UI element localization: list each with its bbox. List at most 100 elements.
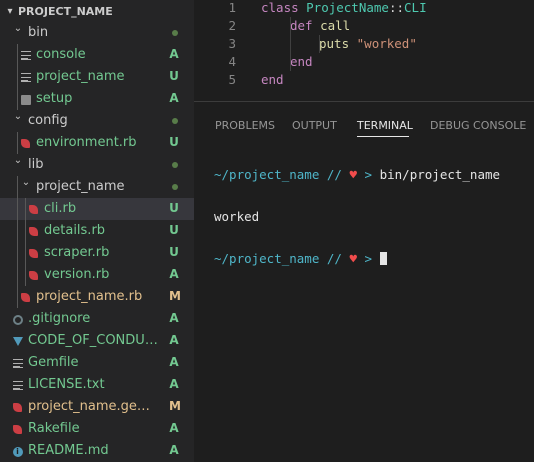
indent-guide — [17, 198, 18, 220]
tree-file[interactable]: scraper.rb U — [0, 242, 194, 264]
icon-shape — [29, 271, 38, 280]
chevron-down-icon: ⌄ — [13, 23, 23, 34]
tree-file[interactable]: project_name.rb M — [0, 286, 194, 308]
tree-folder[interactable]: ⌄ project_name — [0, 176, 194, 198]
info-icon: i — [12, 446, 23, 457]
tree-item-label: bin — [28, 25, 49, 40]
tree-item-label: project_name — [36, 179, 125, 194]
terminal-command-output: worked — [214, 209, 260, 224]
line-number: 4 — [228, 54, 236, 69]
tree-file[interactable]: console A — [0, 44, 194, 66]
tree-file[interactable]: project_name.gemspec M — [0, 396, 194, 418]
code-token: def — [290, 18, 321, 33]
tree-item-label: Gemfile — [28, 355, 79, 370]
code-token: puts — [319, 36, 357, 51]
tree-item-label: project_name.rb — [36, 289, 143, 304]
explorer-root-header[interactable]: ▾ PROJECT_NAME — [0, 0, 194, 22]
git-status-dot — [172, 184, 178, 190]
git-status-badge: U — [169, 69, 179, 83]
explorer-sidebar: ▾ PROJECT_NAME ⌄ bin console Aproject_name U… — [0, 0, 194, 462]
git-status-badge: A — [169, 91, 179, 105]
icon-shape — [20, 73, 31, 82]
tree-file[interactable]: i README.md A — [0, 440, 194, 462]
git-status-badge: A — [169, 443, 179, 457]
tab-problems[interactable]: PROBLEMS — [215, 119, 275, 132]
icon-shape — [20, 94, 31, 105]
ruby-icon — [12, 402, 23, 413]
terminal-line: worked — [214, 210, 500, 224]
git-status-badge: A — [169, 47, 179, 61]
code-token: end — [290, 54, 313, 69]
git-status-dot — [172, 118, 178, 124]
ruby-icon — [28, 270, 39, 281]
tree-file[interactable]: .gitignore A — [0, 308, 194, 330]
indent-guide — [17, 220, 18, 242]
terminal-line: ~/project_name // ♥ > bin/project_name — [214, 168, 500, 182]
setup-file-icon — [20, 94, 31, 105]
tree-file[interactable]: version.rb A — [0, 264, 194, 286]
code-text: end — [261, 71, 284, 89]
tree-file[interactable]: cli.rb U — [0, 198, 194, 220]
terminal-output[interactable]: ~/project_name // ♥ > bin/project_name w… — [214, 140, 500, 294]
code-token: call — [320, 18, 351, 33]
code-token: end — [261, 72, 284, 87]
panel-tabs: PROBLEMS OUTPUT TERMINAL DEBUG CONSOLE — [194, 102, 534, 137]
tree-file[interactable]: environment.rb U — [0, 132, 194, 154]
file-lines-icon — [12, 380, 23, 391]
indent-guide — [25, 242, 26, 264]
download-icon — [12, 336, 23, 347]
tree-item-label: LICENSE.txt — [28, 377, 105, 392]
file-lines-icon — [12, 358, 23, 369]
heart-icon: ♥ — [349, 251, 358, 266]
tree-item-label: project_name.gemspec — [28, 399, 160, 414]
indent-guide — [17, 242, 18, 264]
tree-file[interactable]: details.rb U — [0, 220, 194, 242]
git-status-badge: U — [169, 135, 179, 149]
icon-shape — [21, 139, 30, 148]
code-line: 3 puts "worked" — [194, 35, 534, 53]
tree-folder[interactable]: ⌄ bin — [0, 22, 194, 44]
git-status-badge: A — [169, 421, 179, 435]
explorer-root-title: PROJECT_NAME — [18, 4, 113, 18]
indent-guide — [17, 66, 18, 88]
prompt-separator: // — [326, 167, 342, 182]
tab-output[interactable]: OUTPUT — [292, 119, 337, 132]
code-token: CLI — [404, 0, 427, 15]
icon-shape — [29, 249, 38, 258]
indent-guide — [25, 264, 26, 286]
tree-file[interactable]: Rakefile A — [0, 418, 194, 440]
tree-item-label: .gitignore — [28, 311, 91, 326]
bottom-panel: PROBLEMS OUTPUT TERMINAL DEBUG CONSOLE ~… — [194, 102, 534, 462]
tab-debug-console[interactable]: DEBUG CONSOLE — [430, 119, 526, 132]
tree-folder[interactable]: ⌄ lib — [0, 154, 194, 176]
tree-item-label: scraper.rb — [44, 245, 110, 260]
indent-guide — [17, 176, 18, 198]
icon-shape — [29, 227, 38, 236]
code-line: 4 end — [194, 53, 534, 71]
tree-file[interactable]: LICENSE.txt A — [0, 374, 194, 396]
chevron-down-icon: ⌄ — [21, 177, 31, 188]
file-tree: ⌄ bin console Aproject_name Usetup A ⌄ config en… — [0, 22, 194, 462]
terminal-command: bin/project_name — [379, 167, 501, 182]
tree-folder[interactable]: ⌄ config — [0, 110, 194, 132]
ruby-icon — [12, 424, 23, 435]
tree-file[interactable]: CODE_OF_CONDUCT.... A — [0, 330, 194, 352]
icon-shape — [12, 314, 23, 325]
chevron-down-icon: ⌄ — [13, 155, 23, 166]
ruby-icon — [28, 226, 39, 237]
tab-terminal[interactable]: TERMINAL — [357, 119, 413, 132]
indent-guide — [17, 88, 18, 110]
indent-guide — [25, 198, 26, 220]
terminal-cursor — [379, 252, 387, 265]
tree-item-label: Rakefile — [28, 421, 80, 436]
code-editor[interactable]: 1 class ProjectName::CLI 2 def call 3 puts "w… — [194, 0, 534, 98]
tree-file[interactable]: setup A — [0, 88, 194, 110]
gear-icon — [12, 314, 23, 325]
git-status-dot — [172, 162, 178, 168]
icon-shape — [12, 381, 23, 390]
indent-guide — [25, 220, 26, 242]
prompt-symbol: > — [364, 167, 373, 182]
tree-file[interactable]: project_name U — [0, 66, 194, 88]
tree-item-label: setup — [36, 91, 73, 106]
tree-file[interactable]: Gemfile A — [0, 352, 194, 374]
